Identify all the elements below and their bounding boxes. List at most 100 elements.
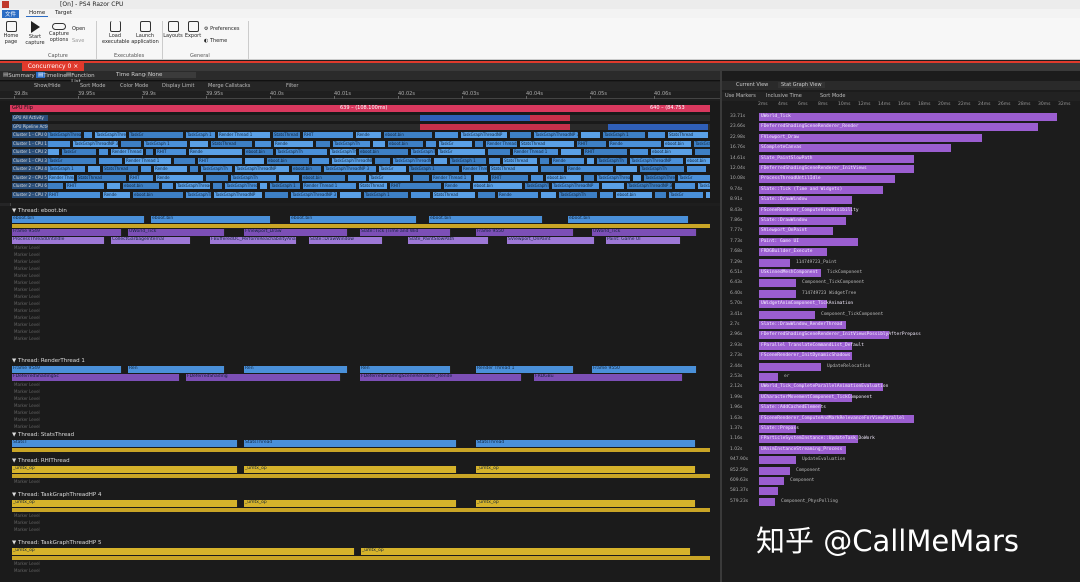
stat-row[interactable]: 8.91s Slate::DrawWindow xyxy=(722,195,1080,205)
tab-current-view[interactable]: Current View xyxy=(736,82,768,88)
thread-block[interactable]: _umtx_op xyxy=(476,466,696,473)
time-range-select[interactable]: None xyxy=(146,72,196,78)
thread-block[interactable]: Frame 9549 xyxy=(12,229,122,236)
stat-row[interactable]: 2.7s Slate::DrawWindow_RenderThread xyxy=(722,320,1080,330)
stat-row[interactable]: 10.08s ProcessThreadUntilIdle xyxy=(722,174,1080,184)
load-executable-button[interactable]: Load executable xyxy=(102,21,129,45)
stat-row[interactable]: 16.76s SCompleteCanvas xyxy=(722,143,1080,153)
timeline-tab[interactable]: ▤ Timeline xyxy=(36,72,67,79)
tab-stat-graph-view[interactable]: Stat Graph View xyxy=(778,82,825,88)
stat-row[interactable]: 1.16s FParticleSystemInstance::UpdateTask… xyxy=(722,434,1080,444)
stat-row[interactable]: 2.53s er xyxy=(722,372,1080,382)
thread-block[interactable]: FRDGBu xyxy=(534,374,683,381)
stat-row[interactable]: 12.04s FDeferredShadingSceneRenderer_Init… xyxy=(722,164,1080,174)
stat-row[interactable]: 14.61s Slate_PaintSlowPath xyxy=(722,154,1080,164)
home-page-button[interactable]: Home page xyxy=(0,21,22,45)
filter-button[interactable]: Filter xyxy=(286,83,298,89)
export-button[interactable]: Export xyxy=(182,21,204,40)
thread-block[interactable]: ProcessThreadUntilIdle xyxy=(12,237,105,244)
stat-row[interactable]: 6.40s 714749723 WidgetTree xyxy=(722,289,1080,299)
thread-block[interactable]: Frame 9550 xyxy=(476,229,574,236)
thread-block[interactable]: Ren xyxy=(244,366,348,373)
thread-block[interactable]: _umtx_op xyxy=(244,466,457,473)
stat-row[interactable]: 2.44s UpdateRelocation xyxy=(722,362,1080,372)
tab-home[interactable]: Home xyxy=(26,10,49,17)
stat-row[interactable]: 7.29s 114749723_Paint xyxy=(722,258,1080,268)
stat-row[interactable]: 947.90s UpdateEvaluation xyxy=(722,455,1080,465)
tab-concurrency[interactable]: Concurrency 0 × xyxy=(22,63,84,71)
sort-mode-select[interactable]: Sort Mode xyxy=(820,93,845,99)
thread-block[interactable]: _umtx_op xyxy=(244,500,457,507)
use-markers-select[interactable]: Use Markers xyxy=(725,93,756,99)
preferences-button[interactable]: ⚙ Preferences xyxy=(204,26,240,32)
stat-row[interactable]: 2.93s FParallel TranslateCommandList_Defa… xyxy=(722,341,1080,351)
thread-block[interactable]: Paint: Game UI xyxy=(606,237,681,244)
thread-block[interactable]: _umtx_op xyxy=(361,548,691,555)
stat-row[interactable]: 9.74s Slate::Tick (Time and Widgets) xyxy=(722,185,1080,195)
stat-row[interactable]: 1.37s Slate::Prepass xyxy=(722,424,1080,434)
thread-block[interactable]: UWorld_Tick xyxy=(592,229,697,236)
thread-block[interactable]: UWorld_Tick xyxy=(128,229,225,236)
thread-block[interactable]: Slate::DrawWindow xyxy=(309,237,383,244)
show-hide-button[interactable]: Show/Hide xyxy=(34,83,61,89)
thread-block[interactable]: StatsThread xyxy=(244,440,457,447)
save-button[interactable]: Save xyxy=(72,38,84,44)
inclusive-time-select[interactable]: Inclusive Time xyxy=(766,93,802,99)
stat-row[interactable]: 852.59s Component xyxy=(722,466,1080,476)
thread-block[interactable]: _umtx_op xyxy=(12,466,238,473)
stat-row[interactable]: 23.66s FDeferredShadingSceneRenderer_Rend… xyxy=(722,122,1080,132)
open-button[interactable]: Open xyxy=(72,26,85,32)
thread-block[interactable]: FDeferredShading xyxy=(186,374,341,381)
thread-block[interactable]: Render Thread 1 xyxy=(476,366,574,373)
thread-block[interactable]: Frame 9550 xyxy=(592,366,697,373)
thread-block[interactable]: Ren xyxy=(360,366,451,373)
stat-row[interactable]: 1.99s UCharacterMovementComponent_TickCom… xyxy=(722,393,1080,403)
stat-row[interactable]: 7.73s Paint: Game UI xyxy=(722,237,1080,247)
tab-target[interactable]: Target xyxy=(52,10,75,16)
thread-block[interactable]: FViewport_Draw xyxy=(244,229,348,236)
stat-row[interactable]: 2.96s FDeferredShadingSceneRenderer_InitV… xyxy=(722,330,1080,340)
stat-row[interactable]: 2.73s FSceneRenderer_InitDynamicShadows xyxy=(722,351,1080,361)
thread-block[interactable]: eboot.bin xyxy=(429,216,543,223)
thread-block[interactable]: Ren xyxy=(128,366,225,373)
color-mode-button[interactable]: Color Mode xyxy=(120,83,148,89)
thread-block[interactable]: Slate::Tick (Time and Wid xyxy=(360,229,451,236)
thread-block[interactable]: _umtx_op xyxy=(476,500,696,507)
thread-block[interactable]: StatsT xyxy=(12,440,238,447)
thread-block[interactable]: eboot.bin xyxy=(568,216,689,223)
thread-block[interactable]: SViewport_OnPaint xyxy=(507,237,595,244)
function-list-tab[interactable]: ▤ Function List xyxy=(66,72,95,85)
thread-block[interactable]: _umtx_op xyxy=(12,548,355,555)
thread-block[interactable]: Frame 9549 xyxy=(12,366,122,373)
stat-row[interactable]: 5.70s UWidgetAnimComponent_TickAnimation xyxy=(722,299,1080,309)
thread-block[interactable]: FBufferedOC_PerformReachabilityAnalysis xyxy=(210,237,297,244)
thread-block[interactable]: StatsThread xyxy=(476,440,696,447)
display-limit-button[interactable]: Display Limit xyxy=(162,83,194,89)
stat-row[interactable]: 33.71s UWorld_Tick xyxy=(722,112,1080,122)
start-capture-button[interactable]: Start capture xyxy=(24,21,46,46)
stat-row[interactable]: 609.63s Component xyxy=(722,476,1080,486)
capture-options-button[interactable]: Capture options xyxy=(48,21,70,43)
stat-row[interactable]: 7.68s FRDGBuilder_Execute xyxy=(722,247,1080,257)
thread-block[interactable]: CollectGarbageInternal xyxy=(111,237,191,244)
theme-button[interactable]: ◐ Theme xyxy=(204,38,227,44)
launch-application-button[interactable]: Launch application xyxy=(130,21,160,45)
stat-row[interactable]: 579.23s Component_PhysPolling xyxy=(722,497,1080,507)
close-icon[interactable]: × xyxy=(73,63,78,70)
tab-file[interactable]: 文件 xyxy=(2,10,20,18)
thread-block[interactable]: eboot.bin xyxy=(12,216,145,223)
sort-mode-button[interactable]: Sort Mode xyxy=(80,83,105,89)
thread-block[interactable]: FDeferredShadingSc xyxy=(12,374,180,381)
stat-row[interactable]: 1.02s UAnimInstanceStreaming_Process xyxy=(722,445,1080,455)
stat-row[interactable]: 2.12s UWorld_Tick_CompleteParallelAnimati… xyxy=(722,382,1080,392)
stat-row[interactable]: 22.98s FViewport_Draw xyxy=(722,133,1080,143)
stat-row[interactable]: 1.63s FSceneRenderer_ComputeAndMarkReleva… xyxy=(722,414,1080,424)
stat-row[interactable]: 8.43s FSceneRenderer_ComputeViewVisibilit… xyxy=(722,206,1080,216)
merge-callstacks-button[interactable]: Merge Callstacks xyxy=(208,83,250,89)
stat-row[interactable]: 3.41s Component_TickComponent xyxy=(722,310,1080,320)
stat-row[interactable]: 581.37s xyxy=(722,486,1080,496)
stat-row[interactable]: 6.51s USkinnedMeshComponent TickComponent xyxy=(722,268,1080,278)
thread-block[interactable]: eboot.bin xyxy=(151,216,271,223)
stat-row[interactable]: 6.43s Component_TickComponent xyxy=(722,278,1080,288)
stat-row[interactable]: 1.96s Slate::AddCachedElements xyxy=(722,403,1080,413)
